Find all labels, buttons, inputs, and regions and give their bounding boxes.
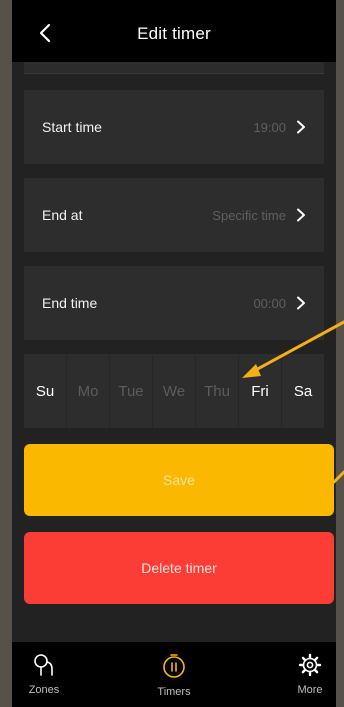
end-time-label: End time (42, 295, 98, 311)
day-toggle-thursday[interactable]: Thu (196, 354, 239, 428)
end-at-row[interactable]: End at Specific time (24, 178, 324, 252)
screenshot-stage: Edit timer Start time 19:00 End at Speci… (0, 0, 344, 707)
end-at-value: Specific time (212, 207, 286, 223)
day-toggle-tuesday[interactable]: Tue (110, 354, 153, 428)
tab-more[interactable]: More (286, 642, 334, 707)
end-time-value-group: 00:00 (253, 296, 306, 311)
start-time-value-group: 19:00 (253, 120, 306, 135)
end-time-value: 00:00 (253, 295, 286, 311)
timer-settings: Start time 19:00 End at Specific time En… (12, 62, 336, 642)
end-at-value-group: Specific time (212, 208, 306, 223)
end-at-label: End at (42, 207, 83, 223)
chevron-left-icon (39, 23, 51, 43)
previous-setting-row (24, 62, 324, 74)
day-toggle-friday[interactable]: Fri (239, 354, 282, 428)
chevron-right-icon (297, 120, 305, 134)
chevron-right-icon (297, 208, 305, 222)
end-time-row[interactable]: End time 00:00 (24, 266, 324, 340)
gear-icon (298, 653, 322, 677)
tab-timers[interactable]: Timers (144, 642, 204, 707)
weekday-selector: Su Mo Tue We Thu Fri Sa (24, 354, 324, 428)
zones-icon (34, 654, 53, 676)
start-time-row[interactable]: Start time 19:00 (24, 90, 324, 164)
navigation-bar: Edit timer (12, 14, 336, 62)
tab-zones[interactable]: Zones (20, 642, 68, 707)
day-toggle-monday[interactable]: Mo (67, 354, 110, 428)
tab-zones-label: Zones (28, 684, 60, 696)
back-button[interactable] (34, 22, 58, 46)
timers-icon (163, 654, 185, 678)
start-time-value: 19:00 (253, 119, 286, 135)
day-toggle-sunday[interactable]: Su (24, 354, 67, 428)
save-button[interactable]: Save (24, 444, 334, 516)
tab-timers-label: Timers (157, 686, 191, 698)
day-toggle-wednesday[interactable]: We (153, 354, 196, 428)
tab-more-label: More (297, 684, 323, 696)
phone-screen: Edit timer Start time 19:00 End at Speci… (12, 0, 336, 707)
delete-timer-button[interactable]: Delete timer (24, 532, 334, 604)
tab-bar: Zones Timers More (12, 642, 336, 707)
chevron-right-icon (297, 296, 305, 310)
day-toggle-saturday[interactable]: Sa (282, 354, 324, 428)
page-title: Edit timer (137, 24, 211, 43)
start-time-label: Start time (42, 119, 102, 135)
status-bar (12, 0, 336, 14)
